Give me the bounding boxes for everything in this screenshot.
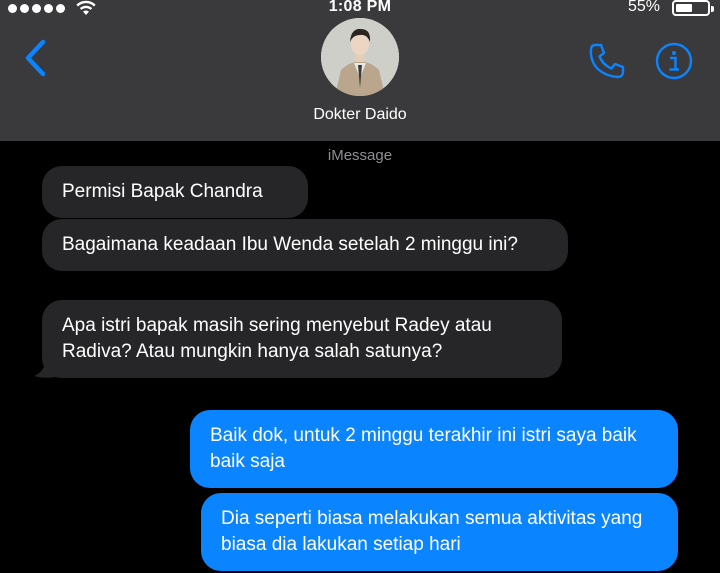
phone-icon[interactable] bbox=[586, 40, 628, 82]
outgoing-message-bubble[interactable]: Baik dok, untuk 2 minggu terakhir ini is… bbox=[190, 410, 678, 488]
incoming-message-bubble[interactable]: Apa istri bapak masih sering menyebut Ra… bbox=[42, 300, 562, 378]
bubble-tail bbox=[34, 360, 56, 378]
status-bar: 1:08 PM 55% bbox=[0, 0, 720, 18]
message-text: Bagaimana keadaan Ibu Wenda setelah 2 mi… bbox=[62, 234, 518, 255]
conversation-header: 1:08 PM 55% Dokter Daido bbox=[0, 0, 720, 141]
info-icon[interactable] bbox=[655, 42, 693, 80]
message-text: Dia seperti biasa melakukan semua aktivi… bbox=[221, 508, 643, 555]
message-text: Permisi Bapak Chandra bbox=[62, 181, 263, 202]
incoming-message-bubble[interactable]: Permisi Bapak Chandra bbox=[42, 166, 308, 218]
message-text: Apa istri bapak masih sering menyebut Ra… bbox=[62, 315, 492, 362]
messages-screen: 1:08 PM 55% Dokter Daido iMessage Permis… bbox=[0, 0, 720, 573]
incoming-message-bubble[interactable]: Bagaimana keadaan Ibu Wenda setelah 2 mi… bbox=[42, 219, 568, 271]
message-text: Baik dok, untuk 2 minggu terakhir ini is… bbox=[210, 425, 637, 472]
battery-icon bbox=[672, 0, 714, 16]
battery-percent: 55% bbox=[627, 0, 660, 15]
status-time: 1:08 PM bbox=[328, 0, 392, 15]
chevron-left-icon[interactable] bbox=[22, 38, 52, 78]
contact-name[interactable]: Dokter Daido bbox=[0, 106, 720, 124]
contact-avatar[interactable] bbox=[321, 18, 399, 96]
outgoing-message-bubble[interactable]: Dia seperti biasa melakukan semua aktivi… bbox=[201, 493, 678, 571]
service-label: iMessage bbox=[327, 147, 393, 164]
